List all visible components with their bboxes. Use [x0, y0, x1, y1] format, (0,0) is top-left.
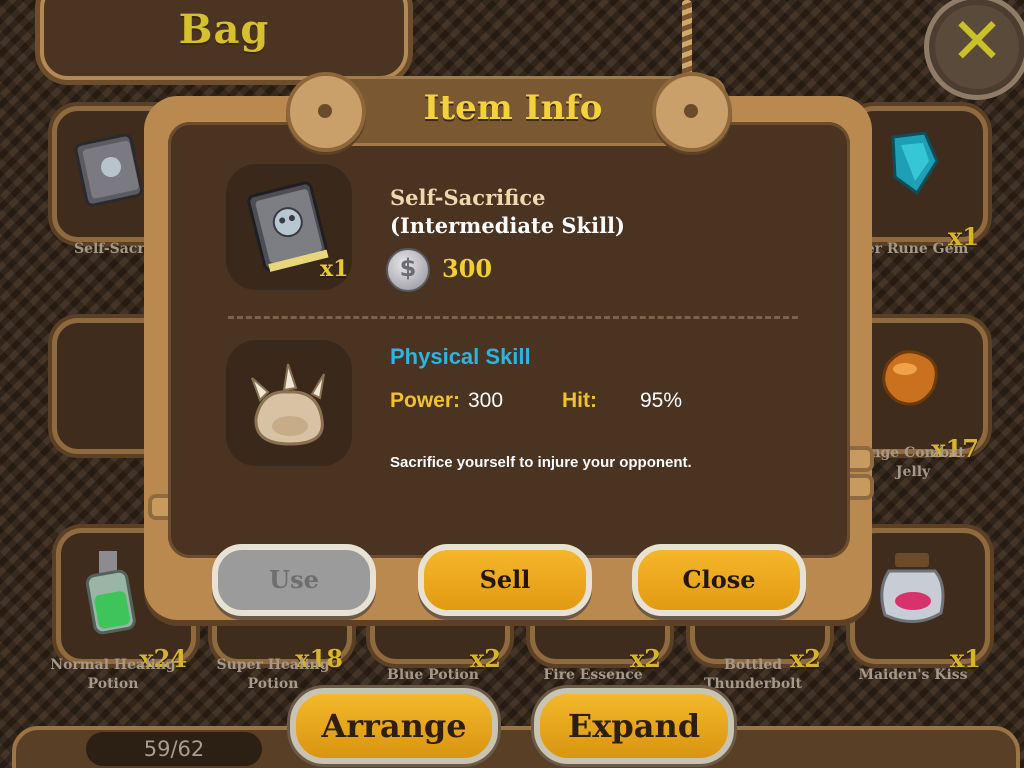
skill-icon-frame — [226, 340, 352, 466]
paw-icon — [251, 363, 325, 446]
item-description: Sacrifice yourself to injure your oppone… — [390, 454, 692, 471]
bag-title: Bag — [178, 6, 270, 53]
item-name: Self-Sacrifice — [390, 185, 546, 210]
close-icon: ✕ — [950, 5, 1004, 79]
bag-capacity: 59/62 — [86, 732, 262, 766]
bag-slot-name: Fire Essence — [543, 667, 643, 683]
bag-slot-name: Maiden's Kiss — [858, 667, 968, 683]
silver-coin-icon: $ — [386, 248, 430, 292]
hit-value: 95% — [640, 389, 683, 412]
item-price: 300 — [442, 254, 493, 283]
game-screen: Bag ✕ Self-Sacrif x24 Normal Healing Pot… — [0, 0, 1024, 768]
bag-slot-name: Normal Healing Potion — [50, 657, 176, 692]
sell-button[interactable]: Sell — [418, 544, 592, 616]
close-button[interactable]: Close — [632, 544, 806, 616]
power-label: Power: — [390, 389, 461, 412]
item-subtitle: (Intermediate Skill) — [390, 213, 625, 238]
dialog-title: Item Info — [423, 88, 603, 128]
close-bag-button[interactable]: ✕ — [924, 0, 1024, 100]
power-value: 300 — [468, 389, 504, 412]
item-quantity: x1 — [320, 256, 349, 282]
bag-slot-name: Blue Potion — [387, 667, 479, 683]
divider — [228, 316, 798, 319]
rope-right — [682, 0, 692, 80]
hit-label: Hit: — [562, 389, 597, 412]
maiden-kiss-jar-icon — [880, 553, 945, 623]
expand-button[interactable]: Expand — [534, 688, 734, 764]
use-button[interactable]: Use — [212, 544, 376, 616]
arrange-button[interactable]: Arrange — [290, 688, 498, 764]
skill-type: Physical Skill — [390, 344, 531, 369]
bag-header: Bag — [40, 0, 408, 80]
